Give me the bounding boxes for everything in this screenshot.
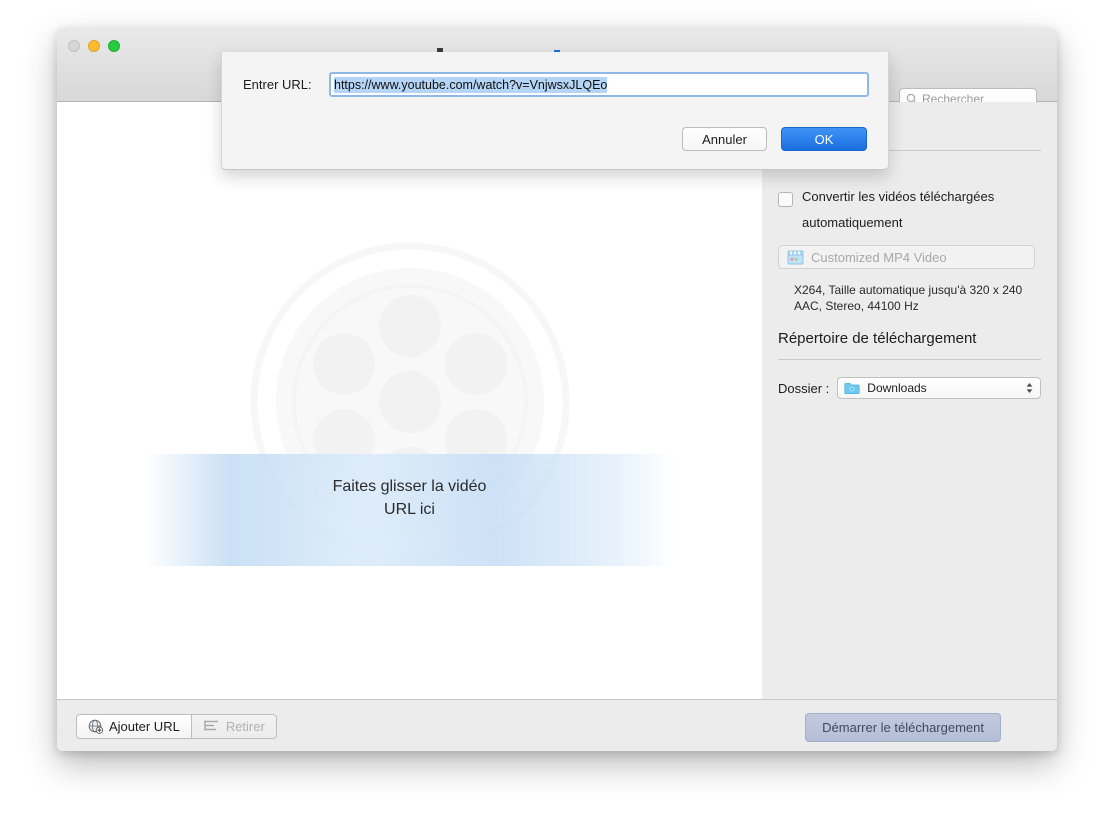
traffic-lights <box>68 40 120 52</box>
list-action-buttons: Ajouter URL Retirer <box>76 714 277 739</box>
ok-button[interactable]: OK <box>781 127 867 151</box>
folder-icon <box>844 382 860 394</box>
maximize-button-icon[interactable] <box>108 40 120 52</box>
add-url-label: Ajouter URL <box>109 719 180 734</box>
download-directory-title: Répertoire de téléchargement <box>778 330 977 347</box>
globe-add-icon <box>88 719 103 734</box>
add-url-button[interactable]: Ajouter URL <box>76 714 192 739</box>
window-body: Faites glisser la vidéo URL ici Converti… <box>57 102 1057 699</box>
cancel-button-label: Annuler <box>702 131 747 147</box>
dialog-buttons: Annuler OK <box>682 127 867 151</box>
bottom-toolbar: Ajouter URL Retirer Démarrer le téléchar… <box>57 699 1057 751</box>
screen: Rechercher Faites glisser la vidéo URL i… <box>0 0 1112 834</box>
remove-label: Retirer <box>225 719 265 734</box>
enter-url-label: Entrer URL: <box>243 77 312 92</box>
convert-label-line-1: Convertir les vidéos téléchargées <box>802 189 995 204</box>
url-input-value: https://www.youtube.com/watch?v=VnjwsxJL… <box>334 76 608 93</box>
start-download-button[interactable]: Démarrer le téléchargement <box>805 713 1001 742</box>
dropzone-line-1: Faites glisser la vidéo <box>332 478 487 495</box>
download-folder-value: Downloads <box>867 381 927 395</box>
sidebar-divider-middle <box>778 359 1041 360</box>
content-area: Faites glisser la vidéo URL ici <box>57 102 763 699</box>
video-clapper-icon <box>787 250 804 264</box>
cancel-button[interactable]: Annuler <box>682 127 767 151</box>
preset-details-line-1: X264, Taille automatique jusqu'à 320 x 2… <box>794 283 1023 297</box>
dropzone-instructions: Faites glisser la vidéo URL ici <box>57 475 762 521</box>
ok-button-label: OK <box>814 131 834 147</box>
start-download-label: Démarrer le téléchargement <box>822 720 984 735</box>
format-preset-button[interactable]: Customized MP4 Video <box>778 245 1035 269</box>
minimize-button-icon[interactable] <box>88 40 100 52</box>
updown-chevron-icon <box>1026 383 1033 393</box>
enter-url-dialog: Entrer URL: https://www.youtube.com/watc… <box>221 52 889 170</box>
format-preset-details: X264, Taille automatique jusqu'à 320 x 2… <box>794 282 1044 314</box>
convert-checkbox[interactable] <box>778 192 793 207</box>
convert-checkbox-label: Convertir les vidéos téléchargées automa… <box>802 184 994 236</box>
settings-sidebar: Convertir les vidéos téléchargées automa… <box>762 102 1057 699</box>
enter-url-row: Entrer URL: https://www.youtube.com/watc… <box>222 72 890 97</box>
url-input[interactable]: https://www.youtube.com/watch?v=VnjwsxJL… <box>329 72 869 97</box>
download-folder-select[interactable]: Downloads <box>837 377 1041 399</box>
download-folder-row: Dossier : Downloads <box>778 377 1041 399</box>
video-url-dropzone[interactable]: Faites glisser la vidéo URL ici <box>57 102 762 699</box>
download-folder-label: Dossier : <box>778 380 830 396</box>
dropzone-line-2: URL ici <box>384 501 435 518</box>
format-preset-label: Customized MP4 Video <box>811 249 947 265</box>
preset-details-line-2: AAC, Stereo, 44100 Hz <box>794 299 919 313</box>
convert-label-line-2: automatiquement <box>802 215 903 230</box>
remove-button[interactable]: Retirer <box>191 714 277 739</box>
convert-checkbox-row[interactable]: Convertir les vidéos téléchargées automa… <box>778 189 1046 236</box>
close-button-icon[interactable] <box>68 40 80 52</box>
list-remove-icon <box>203 719 220 734</box>
